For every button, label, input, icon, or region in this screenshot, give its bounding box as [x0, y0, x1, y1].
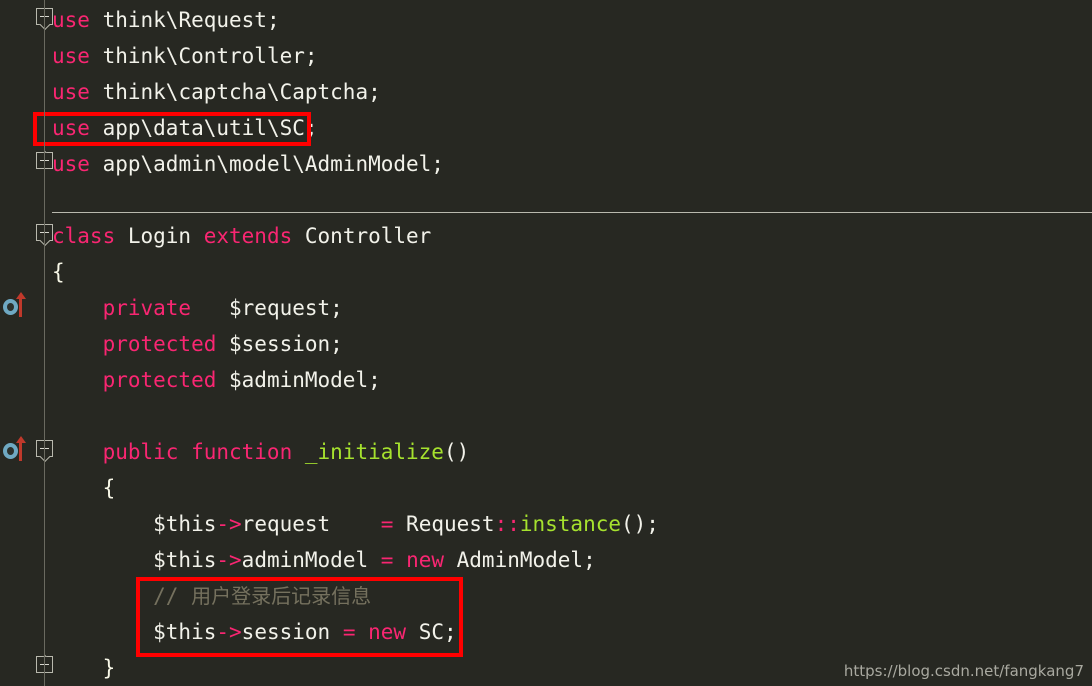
- code-line[interactable]: use think\captcha\Captcha;: [52, 74, 381, 110]
- code-token: {: [52, 476, 116, 500]
- code-token: adminModel: [241, 548, 381, 572]
- code-token: instance: [519, 512, 622, 536]
- code-token: extends: [203, 224, 293, 248]
- code-editor-screenshot: use think\Request; use think\Controller; u…: [0, 0, 1092, 686]
- code-token: $request;: [229, 296, 343, 320]
- code-token: ();: [621, 512, 659, 536]
- code-token: $this: [52, 548, 217, 572]
- code-token: use: [52, 80, 90, 104]
- code-line[interactable]: protected $session;: [52, 326, 343, 362]
- code-token: protected: [52, 332, 230, 356]
- up-arrow-icon: [15, 292, 26, 317]
- code-token: public function: [52, 440, 305, 464]
- code-line[interactable]: $this->request = Request::instance();: [52, 506, 659, 542]
- code-line[interactable]: use think\Request;: [52, 2, 280, 38]
- code-token: SC;: [406, 620, 457, 644]
- code-token: new: [368, 620, 407, 644]
- code-token: app\admin\model\AdminModel;: [89, 152, 444, 176]
- code-token: Login: [115, 224, 204, 248]
- code-token: $adminModel;: [229, 368, 381, 392]
- code-line[interactable]: use think\Controller;: [52, 38, 318, 74]
- code-token: =: [380, 512, 394, 536]
- code-token: $this: [52, 512, 217, 536]
- code-token: {: [52, 260, 65, 284]
- code-token: think\Controller;: [89, 44, 318, 68]
- code-token: Request: [393, 512, 495, 536]
- code-token: use: [52, 116, 90, 140]
- section-separator-line: [50, 212, 1092, 213]
- code-line[interactable]: class Login extends Controller: [52, 218, 431, 254]
- up-arrow-icon: [15, 436, 26, 461]
- code-token: ->: [216, 548, 242, 572]
- code-token: ->: [216, 620, 242, 644]
- override-marker-request[interactable]: [0, 292, 32, 320]
- code-token: use: [52, 44, 90, 68]
- code-token: think\Request;: [89, 8, 280, 32]
- code-line[interactable]: $this->session = new SC;: [52, 614, 457, 650]
- code-token: }: [52, 656, 116, 680]
- code-line[interactable]: use app\admin\model\AdminModel;: [52, 146, 444, 182]
- code-token: $this: [52, 620, 217, 644]
- code-line[interactable]: use app\data\util\SC;: [52, 110, 318, 146]
- code-token: think\captcha\Captcha;: [89, 80, 381, 104]
- code-line[interactable]: public function _initialize(): [52, 434, 470, 470]
- code-token: AdminModel;: [444, 548, 596, 572]
- code-token: request: [241, 512, 381, 536]
- code-token: =: [342, 620, 356, 644]
- code-line[interactable]: $this->adminModel = new AdminModel;: [52, 542, 596, 578]
- indent-guide: [44, 0, 45, 686]
- code-token: use: [52, 152, 90, 176]
- watermark-url: https://blog.csdn.net/fangkang7: [843, 662, 1084, 680]
- code-token: =: [380, 548, 394, 572]
- code-token: ::: [494, 512, 520, 536]
- code-line[interactable]: }: [52, 650, 116, 686]
- code-line[interactable]: // 用户登录后记录信息: [52, 578, 371, 614]
- code-line[interactable]: private $request;: [52, 290, 343, 326]
- code-line[interactable]: {: [52, 470, 116, 506]
- code-text-layer[interactable]: use think\Request; use think\Controller; u…: [0, 0, 1092, 686]
- override-marker-initialize[interactable]: [0, 436, 32, 464]
- code-token: (): [443, 440, 470, 464]
- code-token: class: [52, 224, 116, 248]
- code-token: session: [241, 620, 343, 644]
- code-token: 用户登录后记录信息: [191, 584, 372, 608]
- code-token: ->: [216, 512, 242, 536]
- code-token: app\data\util\SC;: [89, 116, 318, 140]
- code-token: Controller: [292, 224, 432, 248]
- code-token: _initialize: [304, 440, 444, 464]
- code-token: use: [52, 8, 90, 32]
- code-token: new: [406, 548, 444, 572]
- member-circle-icon: [3, 299, 18, 315]
- member-circle-icon: [3, 443, 18, 459]
- code-token: $session;: [229, 332, 343, 356]
- code-token: //: [52, 584, 192, 608]
- code-token: private: [52, 296, 230, 320]
- code-line[interactable]: {: [52, 254, 65, 290]
- code-line[interactable]: protected $adminModel;: [52, 362, 381, 398]
- code-token: protected: [52, 368, 230, 392]
